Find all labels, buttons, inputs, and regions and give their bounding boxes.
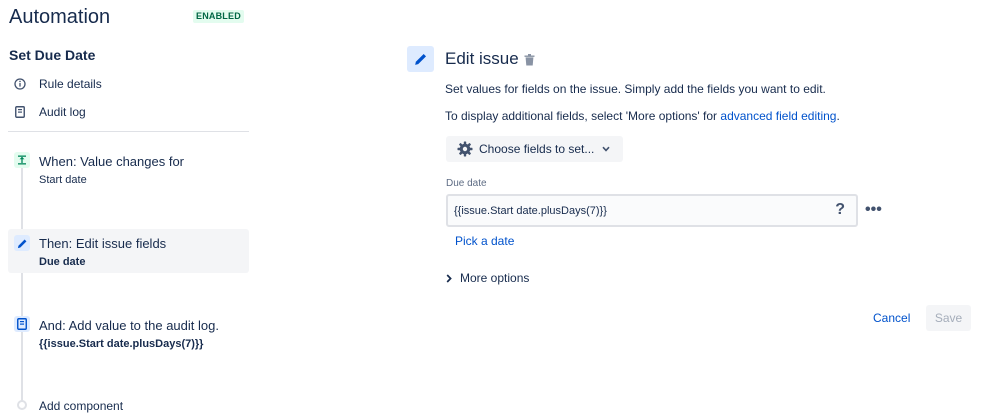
add-component-button[interactable]: Add component bbox=[39, 399, 123, 413]
gear-icon bbox=[457, 141, 473, 157]
timeline-connector bbox=[21, 166, 23, 404]
document-icon bbox=[12, 104, 28, 120]
due-date-field[interactable]: {{issue.Start date.plusDays(7)}} ? bbox=[446, 194, 858, 227]
app-title: Automation bbox=[9, 6, 111, 28]
description-suffix: . bbox=[836, 109, 840, 123]
divider bbox=[8, 131, 249, 132]
component-title: And: Add value to the audit log. bbox=[39, 318, 219, 333]
component-action-selected[interactable]: Then: Edit issue fields Due date bbox=[8, 229, 249, 273]
pick-a-date-link[interactable]: Pick a date bbox=[455, 234, 514, 248]
description-prefix: To display additional fields, select 'Mo… bbox=[445, 109, 721, 123]
pencil-icon bbox=[14, 235, 30, 251]
log-icon bbox=[14, 316, 30, 332]
component-subtitle: Due date bbox=[39, 256, 86, 268]
component-subtitle: {{issue.Start date.plusDays(7)}} bbox=[39, 338, 204, 350]
component-subtitle: Start date bbox=[39, 174, 87, 186]
more-options-toggle[interactable]: More options bbox=[446, 271, 529, 285]
edit-issue-pencil-icon bbox=[407, 46, 434, 72]
cancel-button[interactable]: Cancel bbox=[873, 311, 910, 325]
action-description: Set values for fields on the issue. Simp… bbox=[445, 82, 826, 96]
rule-name: Set Due Date bbox=[9, 47, 96, 63]
save-button[interactable]: Save bbox=[926, 305, 971, 331]
choose-fields-label: Choose fields to set... bbox=[479, 142, 595, 156]
chevron-down-icon bbox=[602, 146, 610, 152]
component-title: Then: Edit issue fields bbox=[39, 236, 167, 251]
action-title: Edit issue bbox=[445, 49, 519, 68]
nav-item-label: Audit log bbox=[39, 105, 86, 119]
component-title: When: Value changes for bbox=[39, 154, 185, 169]
add-component-dot bbox=[17, 400, 27, 410]
status-badge: ENABLED bbox=[193, 10, 244, 23]
due-date-label: Due date bbox=[446, 178, 487, 189]
info-icon bbox=[12, 76, 28, 92]
help-icon[interactable]: ? bbox=[835, 201, 845, 219]
advanced-field-editing-link[interactable]: advanced field editing bbox=[720, 109, 836, 123]
component-trigger[interactable]: When: Value changes for Start date bbox=[8, 146, 249, 192]
choose-fields-button[interactable]: Choose fields to set... bbox=[446, 136, 623, 162]
trash-icon[interactable] bbox=[524, 53, 536, 66]
nav-item-rule-details[interactable]: Rule details bbox=[12, 74, 102, 94]
nav-item-label: Rule details bbox=[39, 77, 102, 91]
action-description-advanced: To display additional fields, select 'Mo… bbox=[445, 109, 840, 123]
due-date-value: {{issue.Start date.plusDays(7)}} bbox=[454, 205, 607, 217]
more-options-label: More options bbox=[460, 271, 530, 285]
more-actions-icon[interactable]: ••• bbox=[865, 202, 882, 218]
trigger-icon bbox=[14, 152, 30, 168]
nav-item-audit-log[interactable]: Audit log bbox=[12, 102, 86, 122]
chevron-right-icon bbox=[446, 273, 452, 283]
component-audit-log[interactable]: And: Add value to the audit log. {{issue… bbox=[8, 310, 249, 356]
